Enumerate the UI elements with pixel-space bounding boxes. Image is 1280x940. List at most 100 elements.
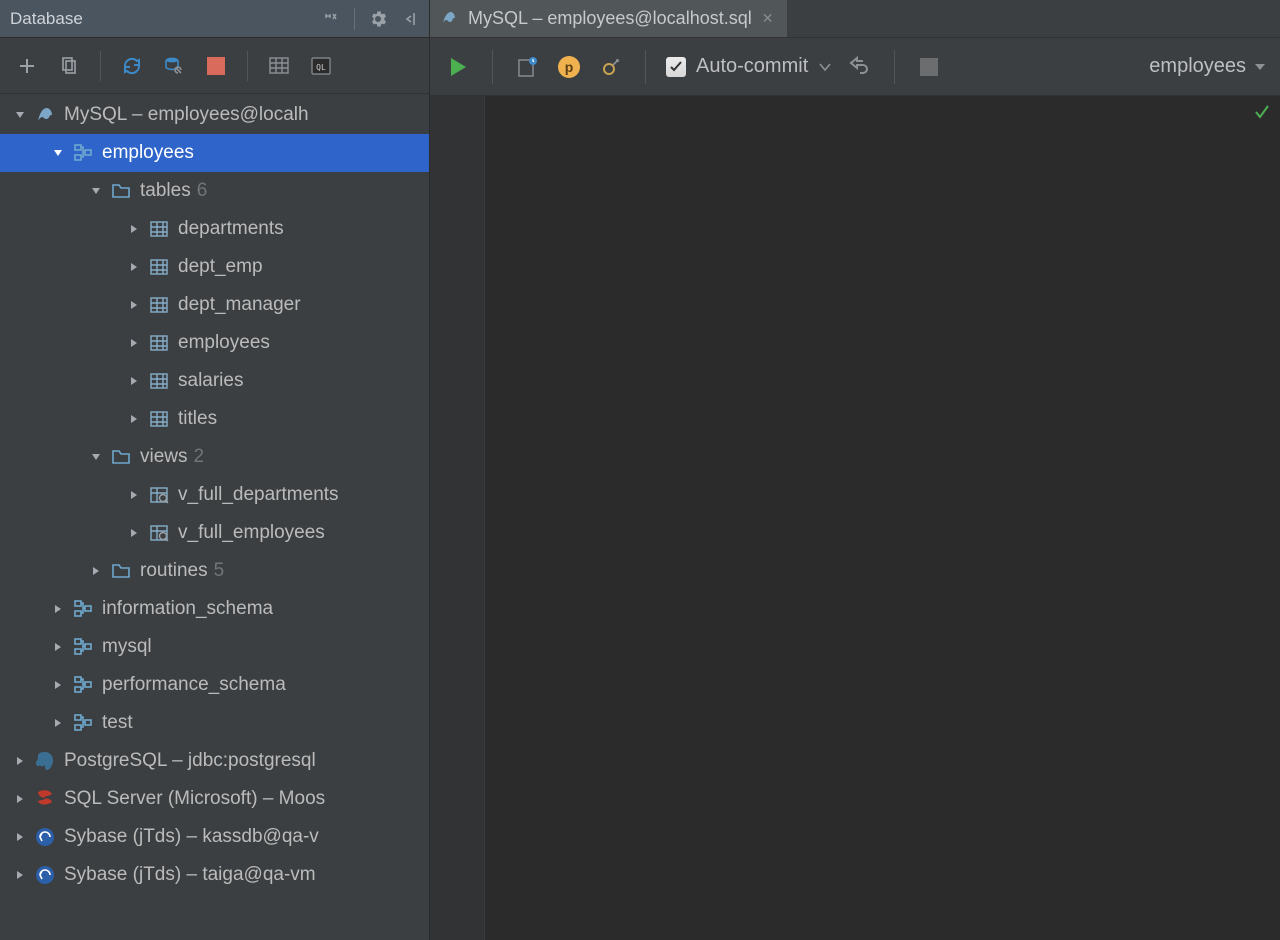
tree-schema[interactable]: information_schema [0, 590, 429, 628]
expand-arrow-icon[interactable] [48, 143, 68, 163]
node-label: employees [178, 332, 270, 354]
node-count: 6 [197, 180, 208, 202]
open-console-icon[interactable]: QL [308, 53, 334, 79]
expand-arrow-icon[interactable] [124, 371, 144, 391]
expand-arrow-icon[interactable] [124, 257, 144, 277]
view-mode-icon[interactable] [322, 10, 340, 28]
expand-arrow-icon[interactable] [48, 713, 68, 733]
tree-folder[interactable]: routines5 [0, 552, 429, 590]
node-label: salaries [178, 370, 243, 392]
expand-arrow-icon[interactable] [86, 561, 106, 581]
tree-connection[interactable]: PostgreSQL – jdbc:postgresql [0, 742, 429, 780]
refresh-icon[interactable] [119, 53, 145, 79]
node-label: performance_schema [102, 674, 286, 696]
tab-label: MySQL – employees@localhost.sql [468, 8, 752, 29]
node-icon [148, 370, 170, 392]
node-label: titles [178, 408, 217, 430]
checkbox-icon [666, 57, 686, 77]
tree-connection[interactable]: MySQL – employees@localh [0, 96, 429, 134]
table-view-icon[interactable] [266, 53, 292, 79]
tree-item[interactable]: dept_emp [0, 248, 429, 286]
expand-arrow-icon[interactable] [10, 865, 30, 885]
stop-icon[interactable] [203, 53, 229, 79]
node-label: Sybase (jTds) – taiga@qa-vm [64, 864, 316, 886]
gear-icon[interactable] [369, 10, 387, 28]
node-label: tables [140, 180, 191, 202]
tree-item[interactable]: employees [0, 324, 429, 362]
duplicate-icon[interactable] [56, 53, 82, 79]
schema-label: employees [1149, 55, 1246, 78]
node-label: employees [102, 142, 194, 164]
node-icon [148, 256, 170, 278]
expand-arrow-icon[interactable] [124, 485, 144, 505]
execution-plan-icon[interactable] [513, 53, 541, 81]
expand-arrow-icon[interactable] [124, 523, 144, 543]
node-icon [110, 560, 132, 582]
expand-arrow-icon[interactable] [86, 181, 106, 201]
validation-ok-icon [1254, 104, 1270, 125]
node-icon [72, 598, 94, 620]
expand-arrow-icon[interactable] [48, 675, 68, 695]
expand-arrow-icon[interactable] [86, 447, 106, 467]
tree-item[interactable]: departments [0, 210, 429, 248]
tree-item[interactable]: salaries [0, 362, 429, 400]
close-icon[interactable]: ✕ [762, 10, 774, 27]
panel-title: Database [10, 9, 322, 29]
tree-folder[interactable]: tables 6 [0, 172, 429, 210]
tree-schema[interactable]: mysql [0, 628, 429, 666]
settings-icon[interactable] [597, 53, 625, 81]
tree-connection[interactable]: SQL Server (Microsoft) – Moos [0, 780, 429, 818]
panel-header: Database [0, 0, 429, 38]
tree-item[interactable]: dept_manager [0, 286, 429, 324]
expand-arrow-icon[interactable] [124, 295, 144, 315]
node-count: 2 [194, 446, 205, 468]
tree-item[interactable]: v_full_employees [0, 514, 429, 552]
add-datasource-icon[interactable] [14, 53, 40, 79]
node-icon [34, 750, 56, 772]
editor-tab[interactable]: MySQL – employees@localhost.sql ✕ [430, 0, 788, 37]
node-icon [148, 218, 170, 240]
separator [645, 50, 646, 84]
run-icon[interactable] [444, 53, 472, 81]
stop-query-icon[interactable] [915, 53, 943, 81]
expand-arrow-icon[interactable] [48, 637, 68, 657]
separator [354, 8, 355, 30]
parameters-icon[interactable]: p [555, 53, 583, 81]
node-icon [148, 408, 170, 430]
expand-arrow-icon[interactable] [10, 105, 30, 125]
separator [247, 51, 248, 81]
expand-arrow-icon[interactable] [124, 333, 144, 353]
sql-editor[interactable] [430, 96, 1280, 940]
expand-arrow-icon[interactable] [10, 827, 30, 847]
tree-item[interactable]: titles [0, 400, 429, 438]
datasource-properties-icon[interactable] [161, 53, 187, 79]
expand-arrow-icon[interactable] [124, 219, 144, 239]
tree-connection[interactable]: Sybase (jTds) – taiga@qa-vm [0, 856, 429, 894]
editor-tabbar: MySQL – employees@localhost.sql ✕ [430, 0, 1280, 38]
schema-picker[interactable]: employees [1149, 55, 1266, 78]
node-icon [34, 864, 56, 886]
tree-schema[interactable]: employees [0, 134, 429, 172]
node-icon [72, 636, 94, 658]
expand-arrow-icon[interactable] [48, 599, 68, 619]
mysql-icon [440, 9, 458, 27]
hide-panel-icon[interactable] [401, 10, 419, 28]
tree-schema[interactable]: performance_schema [0, 666, 429, 704]
tree-folder[interactable]: views2 [0, 438, 429, 476]
node-label: test [102, 712, 133, 734]
node-icon [110, 446, 132, 468]
tree-item[interactable]: v_full_departments [0, 476, 429, 514]
node-count: 5 [214, 560, 225, 582]
editor-area: MySQL – employees@localhost.sql ✕ p Auto… [430, 0, 1280, 940]
auto-commit-toggle[interactable]: Auto-commit [666, 55, 832, 78]
database-tree[interactable]: MySQL – employees@localh employees tables 6… [0, 94, 429, 940]
expand-arrow-icon[interactable] [124, 409, 144, 429]
tree-schema[interactable]: test [0, 704, 429, 742]
expand-arrow-icon[interactable] [10, 789, 30, 809]
tree-connection[interactable]: Sybase (jTds) – kassdb@qa-v [0, 818, 429, 856]
node-label: Sybase (jTds) – kassdb@qa-v [64, 826, 319, 848]
node-label: mysql [102, 636, 152, 658]
rollback-icon[interactable] [846, 53, 874, 81]
node-icon [72, 674, 94, 696]
expand-arrow-icon[interactable] [10, 751, 30, 771]
